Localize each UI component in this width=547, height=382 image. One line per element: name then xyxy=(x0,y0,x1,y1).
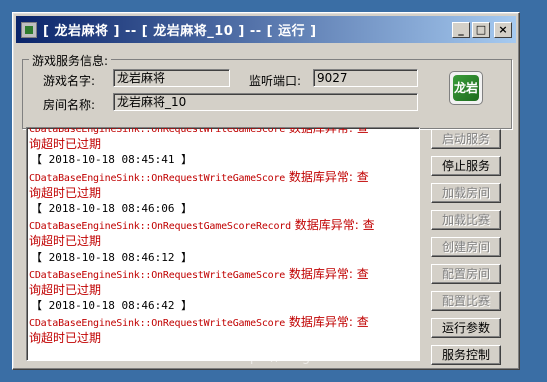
port-label: 监听端口: xyxy=(249,74,302,88)
log-error-line: 询超时已过期 xyxy=(29,137,102,152)
log-error-line: 询超时已过期 xyxy=(29,331,102,346)
button-2[interactable]: 停止服务 xyxy=(431,156,501,176)
title-buttons: _ □ × xyxy=(452,21,512,38)
log-error-line: CDataBaseEngineSink::OnRequestWriteGameS… xyxy=(29,169,369,184)
log-error-line: CDataBaseEngineSink::OnRequestWriteGameS… xyxy=(29,127,369,135)
button-9[interactable]: 服务控制 xyxy=(431,345,501,365)
app-icon xyxy=(21,21,37,38)
log-error-line: 询超时已过期 xyxy=(29,185,102,200)
button-1[interactable]: 启动服务 xyxy=(431,129,501,149)
log-error-line: 询超时已过期 xyxy=(29,282,102,297)
game-logo-tile: 龙岩 xyxy=(453,75,479,101)
log-error-line: CDataBaseEngineSink::OnRequestWriteGameS… xyxy=(29,315,369,330)
game-name-label: 游戏名字: xyxy=(43,74,96,88)
watermark: https://blog.csdn.n...01 xyxy=(230,350,393,365)
window-title: [ 龙岩麻将 ] -- [ 龙岩麻将_10 ] -- [ 运行 ] xyxy=(43,24,317,39)
log-lines: CDataBaseEngineSink::OnRequestWriteGameS… xyxy=(29,127,419,347)
game-logo-icon: 龙岩 xyxy=(449,71,483,105)
button-4[interactable]: 加载比赛 xyxy=(431,210,501,230)
log-error-line: CDataBaseEngineSink::OnRequestWriteGameS… xyxy=(29,266,369,281)
maximize-button[interactable]: □ xyxy=(472,21,490,38)
close-button[interactable]: × xyxy=(494,21,512,38)
server-window: [ 龙岩麻将 ] -- [ 龙岩麻将_10 ] -- [ 运行 ] _ □ × … xyxy=(12,12,520,370)
port-field[interactable]: 9027 xyxy=(313,69,418,87)
log-timestamp: 【 2018-10-18 08:45:41 】 xyxy=(31,153,193,167)
title-bar[interactable]: [ 龙岩麻将 ] -- [ 龙岩麻将_10 ] -- [ 运行 ] _ □ × xyxy=(16,16,516,43)
log-error-line: 询超时已过期 xyxy=(29,234,102,249)
game-name-field[interactable]: 龙岩麻将 xyxy=(113,69,230,87)
log-output[interactable]: CDataBaseEngineSink::OnRequestWriteGameS… xyxy=(26,127,420,361)
service-info-group: 游戏服务信息: 游戏名字: 龙岩麻将 监听端口: 9027 房间名称: 龙岩麻将… xyxy=(22,52,512,129)
group-title: 游戏服务信息: xyxy=(29,52,112,69)
room-name-field[interactable]: 龙岩麻将_10 xyxy=(113,93,418,111)
button-7[interactable]: 配置比赛 xyxy=(431,291,501,311)
button-5[interactable]: 创建房间 xyxy=(431,237,501,257)
log-timestamp: 【 2018-10-18 08:46:42 】 xyxy=(31,299,193,313)
log-timestamp: 【 2018-10-18 08:46:06 】 xyxy=(31,201,193,215)
room-name-label: 房间名称: xyxy=(43,98,96,112)
button-8[interactable]: 运行参数 xyxy=(431,318,501,338)
button-6[interactable]: 配置房间 xyxy=(431,264,501,284)
button-3[interactable]: 加载房间 xyxy=(431,183,501,203)
log-error-line: CDataBaseEngineSink::OnRequestGameScoreR… xyxy=(29,218,375,233)
minimize-button[interactable]: _ xyxy=(452,21,470,38)
log-timestamp: 【 2018-10-18 08:46:12 】 xyxy=(31,250,193,264)
